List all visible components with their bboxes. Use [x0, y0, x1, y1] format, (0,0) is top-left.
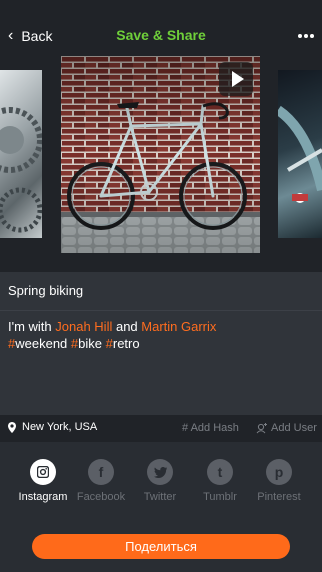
twitter-icon: [147, 459, 173, 485]
photo-carousel[interactable]: [0, 56, 322, 272]
instagram-icon: [30, 459, 56, 485]
add-user-label: Add User: [271, 422, 317, 434]
caption-editor[interactable]: Spring biking I'm with Jonah Hill and Ma…: [0, 272, 322, 415]
caption-prefix: I'm with: [8, 319, 56, 334]
hashtag-word[interactable]: bike: [78, 336, 102, 351]
hashtag-word[interactable]: weekend: [15, 336, 67, 351]
add-hash-button[interactable]: # Add Hash: [182, 422, 239, 434]
location-selector[interactable]: New York, USA: [8, 421, 97, 433]
share-pinterest[interactable]: p Pinterest: [249, 459, 309, 503]
tagged-user-link[interactable]: Martin Garrix: [141, 319, 216, 334]
top-bar: ‹ Back Save & Share: [0, 0, 322, 56]
add-user-button[interactable]: Add User: [256, 422, 317, 434]
share-targets: Instagram f Facebook Twitter t Tumblr p …: [0, 442, 322, 522]
facebook-icon: f: [88, 459, 114, 485]
meta-bar: New York, USA # Add Hash Add User: [0, 415, 322, 442]
caption-title[interactable]: Spring biking: [8, 283, 83, 298]
hashtag-word[interactable]: retro: [113, 336, 140, 351]
location-label: New York, USA: [22, 421, 98, 433]
caption-connector: and: [112, 319, 142, 334]
more-options-button[interactable]: [298, 34, 314, 38]
dot-icon: [298, 34, 302, 38]
share-label: Pinterest: [257, 491, 301, 503]
hashtag-symbol: #: [105, 336, 113, 351]
share-twitter[interactable]: Twitter: [130, 459, 190, 503]
caption-line: I'm with Jonah Hill and Martin Garrix: [8, 318, 308, 335]
share-label: Facebook: [76, 491, 126, 503]
location-pin-icon: [8, 421, 16, 433]
add-user-icon: [256, 422, 267, 433]
play-video-button[interactable]: [219, 62, 253, 96]
caption-text[interactable]: I'm with Jonah Hill and Martin Garrix # w…: [8, 318, 308, 352]
divider: [0, 310, 322, 311]
share-submit-button[interactable]: Поделиться: [32, 534, 290, 559]
share-label: Twitter: [143, 491, 177, 503]
tagged-user-link[interactable]: Jonah Hill: [55, 319, 112, 334]
dot-icon: [310, 34, 314, 38]
share-label: Instagram: [18, 491, 68, 503]
next-photo-thumbnail[interactable]: [278, 70, 322, 238]
dot-icon: [304, 34, 308, 38]
share-tumblr[interactable]: t Tumblr: [190, 459, 250, 503]
pinterest-icon: p: [266, 459, 292, 485]
page-title: Save & Share: [116, 27, 206, 43]
tumblr-icon: t: [207, 459, 233, 485]
share-label: Tumblr: [203, 491, 237, 503]
hashtag-line: #weekend #bike #retro: [8, 335, 308, 352]
share-facebook[interactable]: f Facebook: [71, 459, 131, 503]
share-instagram[interactable]: Instagram: [13, 459, 73, 503]
previous-photo-thumbnail[interactable]: [0, 70, 42, 238]
